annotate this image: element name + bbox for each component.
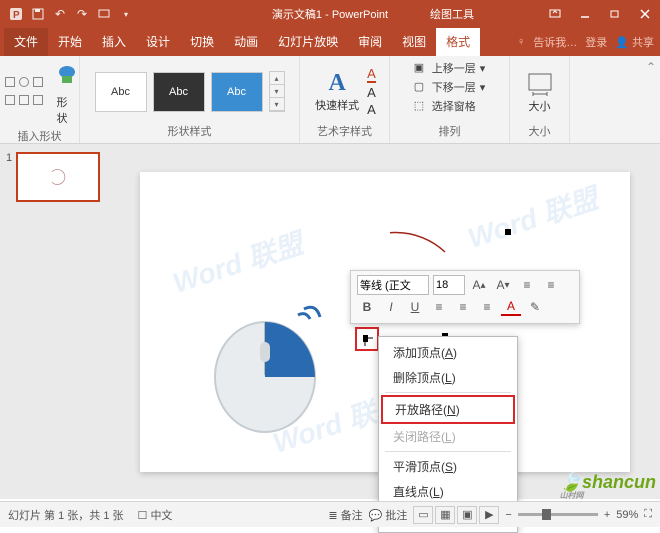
group-size: 大小	[529, 123, 551, 141]
ctx-add-point[interactable]: 添加顶点(A)	[381, 340, 515, 365]
text-outline-icon[interactable]: A	[367, 85, 376, 100]
format-painter-icon[interactable]: ✎	[525, 298, 545, 316]
shapes-gallery[interactable]	[1, 73, 49, 115]
decrease-font-icon[interactable]: A▾	[493, 276, 513, 294]
tab-format[interactable]: 格式	[436, 28, 480, 56]
tab-insert[interactable]: 插入	[92, 28, 136, 56]
increase-font-icon[interactable]: A▴	[469, 276, 489, 294]
font-size-select[interactable]	[433, 275, 465, 295]
tab-transition[interactable]: 切换	[180, 28, 224, 56]
font-family-select[interactable]	[357, 275, 429, 295]
start-slideshow-icon[interactable]	[94, 4, 114, 24]
zoom-out-icon[interactable]: −	[505, 509, 511, 521]
mini-toolbar: A▴ A▾ ≡ ≡ B I U ≡ ≡ ≡ A ✎	[350, 270, 580, 324]
minimize-icon[interactable]	[570, 0, 600, 28]
qat-customize-icon[interactable]: ▾	[116, 4, 136, 24]
shape-style-more[interactable]: ▴▾▾	[269, 71, 285, 112]
size-dropdown[interactable]: 大小	[527, 70, 553, 114]
status-lang[interactable]: ☐ 中文	[138, 507, 173, 523]
undo-icon[interactable]: ↶	[50, 4, 70, 24]
restore-icon[interactable]	[600, 0, 630, 28]
ctx-close-path: 关闭路径(L)	[381, 424, 515, 449]
fit-window-icon[interactable]: ⛶	[644, 508, 652, 521]
collapse-ribbon-icon[interactable]: ⌃	[646, 60, 656, 74]
shancun-watermark: 🍃shancun山村网	[560, 472, 656, 499]
status-slide-info: 幻灯片 第 1 张，共 1 张	[8, 507, 124, 523]
zoom-in-icon[interactable]: +	[604, 509, 610, 521]
comments-button[interactable]: 💬 批注	[369, 507, 408, 523]
ppt-logo-icon: P	[6, 4, 26, 24]
shape-style-1[interactable]: Abc	[95, 72, 147, 112]
align-left-icon[interactable]: ≡	[429, 298, 449, 316]
close-icon[interactable]	[630, 0, 660, 28]
contextual-tab-group: 绘图工具	[430, 6, 474, 22]
italic-button[interactable]: I	[381, 298, 401, 316]
normal-view-icon[interactable]: ▭	[413, 506, 433, 524]
wordart-quick-styles[interactable]: A 快速样式	[313, 68, 361, 115]
document-title: 演示文稿1 - PowerPoint	[272, 6, 388, 22]
align-right-icon[interactable]: ≡	[477, 298, 497, 316]
tab-animation[interactable]: 动画	[224, 28, 268, 56]
mouse-clipart	[200, 287, 330, 437]
selection-pane[interactable]: ⬚选择窗格	[414, 98, 486, 114]
group-arrange: 排列	[439, 123, 461, 141]
tab-file[interactable]: 文件	[4, 28, 48, 56]
signin-link[interactable]: 登录	[585, 34, 607, 50]
zoom-slider[interactable]	[518, 513, 598, 516]
slide-number: 1	[6, 152, 12, 202]
shapes-dropdown[interactable]: 形状	[55, 60, 79, 128]
save-icon[interactable]	[28, 4, 48, 24]
shape-style-2[interactable]: Abc	[153, 72, 205, 112]
redo-icon[interactable]: ↷	[72, 4, 92, 24]
sorter-view-icon[interactable]: ▦	[435, 506, 455, 524]
ctx-smooth-point[interactable]: 平滑顶点(S)	[381, 454, 515, 479]
ribbon-options-icon[interactable]	[540, 0, 570, 28]
slideshow-view-icon[interactable]: ▶	[479, 506, 499, 524]
group-shape-styles: 形状样式	[168, 123, 212, 141]
tab-slideshow[interactable]: 幻灯片放映	[268, 28, 348, 56]
bold-button[interactable]: B	[357, 298, 377, 316]
ctx-delete-point[interactable]: 删除顶点(L)	[381, 365, 515, 390]
reading-view-icon[interactable]: ▣	[457, 506, 477, 524]
share-button[interactable]: 👤 共享	[615, 34, 654, 50]
zoom-level[interactable]: 59%	[616, 509, 638, 521]
tell-me-icon[interactable]: ♀	[517, 36, 525, 48]
tab-view[interactable]: 视图	[392, 28, 436, 56]
decrease-indent-icon[interactable]: ≡	[517, 276, 537, 294]
increase-indent-icon[interactable]: ≡	[541, 276, 561, 294]
tab-design[interactable]: 设计	[136, 28, 180, 56]
ctx-open-path[interactable]: 开放路径(N)	[381, 395, 515, 424]
text-fill-icon[interactable]: A	[367, 66, 376, 83]
font-color-icon[interactable]: A	[501, 298, 521, 316]
notes-button[interactable]: ≣ 备注	[328, 507, 362, 523]
send-backward[interactable]: ▢下移一层 ▾	[414, 79, 486, 95]
slide-thumbnail-1[interactable]	[16, 152, 100, 202]
tab-home[interactable]: 开始	[48, 28, 92, 56]
text-effects-icon[interactable]: A	[367, 102, 376, 117]
svg-text:P: P	[13, 10, 20, 21]
shape-style-3[interactable]: Abc	[211, 72, 263, 112]
underline-button[interactable]: U	[405, 298, 425, 316]
group-wordart-styles: 艺术字样式	[317, 123, 372, 141]
tab-review[interactable]: 审阅	[348, 28, 392, 56]
bring-forward[interactable]: ▣上移一层 ▾	[414, 60, 486, 76]
tell-me[interactable]: 告诉我…	[533, 34, 577, 50]
edit-point-cursor-highlight	[355, 327, 379, 351]
align-center-icon[interactable]: ≡	[453, 298, 473, 316]
